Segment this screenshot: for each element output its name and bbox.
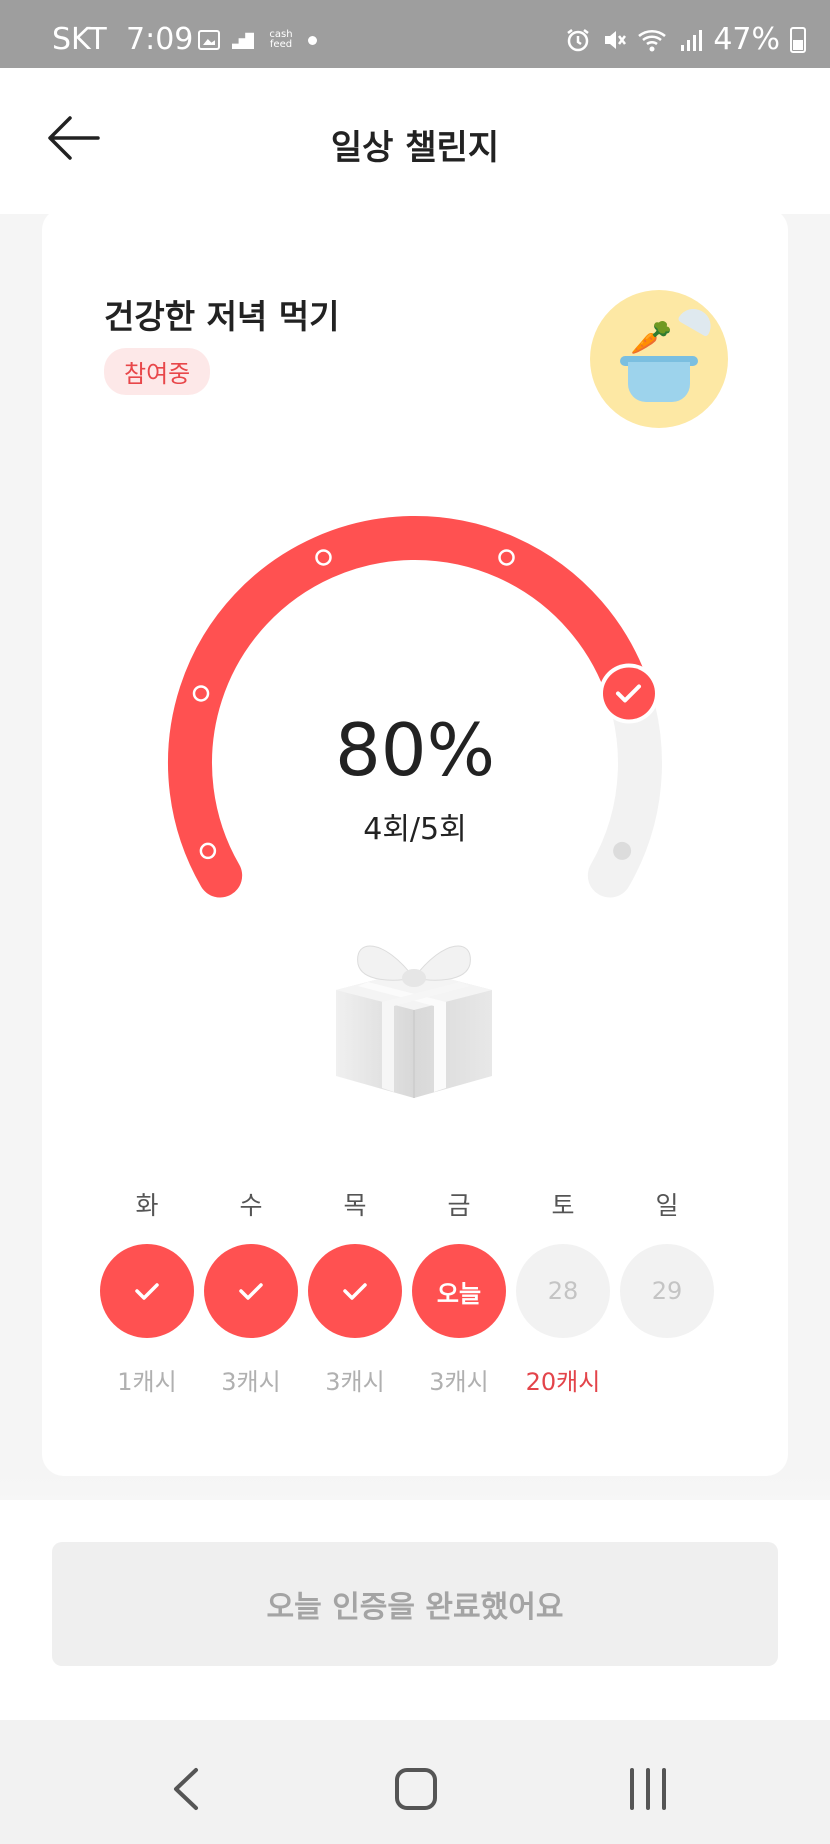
challenge-card: 건강한 저녁 먹기 참여중 🥕 80% 4회/5회 화 1캐시 수 3캐시 목 3캐시 금 오… bbox=[42, 208, 788, 1476]
system-navigation-bar bbox=[0, 1720, 830, 1844]
day-reward: 3캐시 bbox=[221, 1368, 281, 1396]
day-item: 화 1캐시 bbox=[100, 1186, 194, 1397]
wifi-icon bbox=[638, 29, 667, 51]
clock: 7:09 bbox=[126, 22, 194, 57]
day-item: 일 29 bbox=[620, 1186, 714, 1362]
app-header: 일상 챌린지 bbox=[0, 68, 830, 214]
day-label: 토 bbox=[551, 1191, 575, 1220]
chevron-left-icon[interactable] bbox=[158, 1764, 218, 1814]
battery-icon bbox=[790, 26, 806, 53]
notification-icons: cash feed bbox=[198, 30, 317, 50]
system-icons: 47% bbox=[565, 22, 806, 57]
day-label: 목 bbox=[343, 1191, 367, 1220]
day-date: 28 bbox=[516, 1244, 610, 1338]
page-title: 일상 챌린지 bbox=[330, 128, 500, 168]
signal-icon bbox=[681, 29, 703, 51]
cashfeed-notification-icon: cash feed bbox=[269, 29, 293, 50]
check-icon bbox=[204, 1244, 298, 1338]
today-marker: 오늘 bbox=[412, 1244, 506, 1338]
day-reward: 3캐시 bbox=[429, 1368, 489, 1396]
day-label: 수 bbox=[239, 1191, 263, 1220]
check-icon bbox=[100, 1244, 194, 1338]
mute-icon bbox=[605, 30, 627, 49]
battery-percent: 47% bbox=[713, 22, 780, 57]
day-label: 금 bbox=[447, 1191, 471, 1220]
day-reward: 20캐시 bbox=[525, 1368, 601, 1396]
day-date: 29 bbox=[620, 1244, 714, 1338]
day-item: 금오늘 3캐시 bbox=[412, 1186, 506, 1397]
check-icon bbox=[308, 1244, 402, 1338]
day-item: 목 3캐시 bbox=[308, 1186, 402, 1397]
progress-count: 4회/5회 bbox=[363, 812, 467, 847]
day-reward: 1캐시 bbox=[117, 1368, 177, 1396]
status-bar: SKT 7:09 cash feed 47% bbox=[0, 0, 830, 68]
gallery-notification-icon bbox=[198, 30, 220, 50]
day-reward: 3캐시 bbox=[325, 1368, 385, 1396]
stairs-notification-icon bbox=[232, 32, 254, 49]
progress-percent: 80% bbox=[334, 708, 496, 792]
home-square-icon[interactable] bbox=[386, 1764, 446, 1814]
day-label: 일 bbox=[655, 1191, 679, 1220]
gift-box-icon bbox=[336, 945, 492, 1098]
alarm-icon bbox=[567, 28, 590, 51]
recent-apps-icon[interactable] bbox=[618, 1764, 678, 1814]
day-label: 화 bbox=[135, 1191, 159, 1220]
certification-complete-button[interactable]: 오늘 인증을 완료했어요 bbox=[52, 1542, 778, 1666]
day-item: 토 28 20캐시 bbox=[516, 1186, 610, 1397]
carrier-label: SKT bbox=[52, 22, 107, 57]
more-notifications-dot-icon bbox=[308, 35, 317, 45]
day-item: 수 3캐시 bbox=[204, 1186, 298, 1397]
bottom-action-area: 오늘 인증을 완료했어요 bbox=[0, 1500, 830, 1720]
